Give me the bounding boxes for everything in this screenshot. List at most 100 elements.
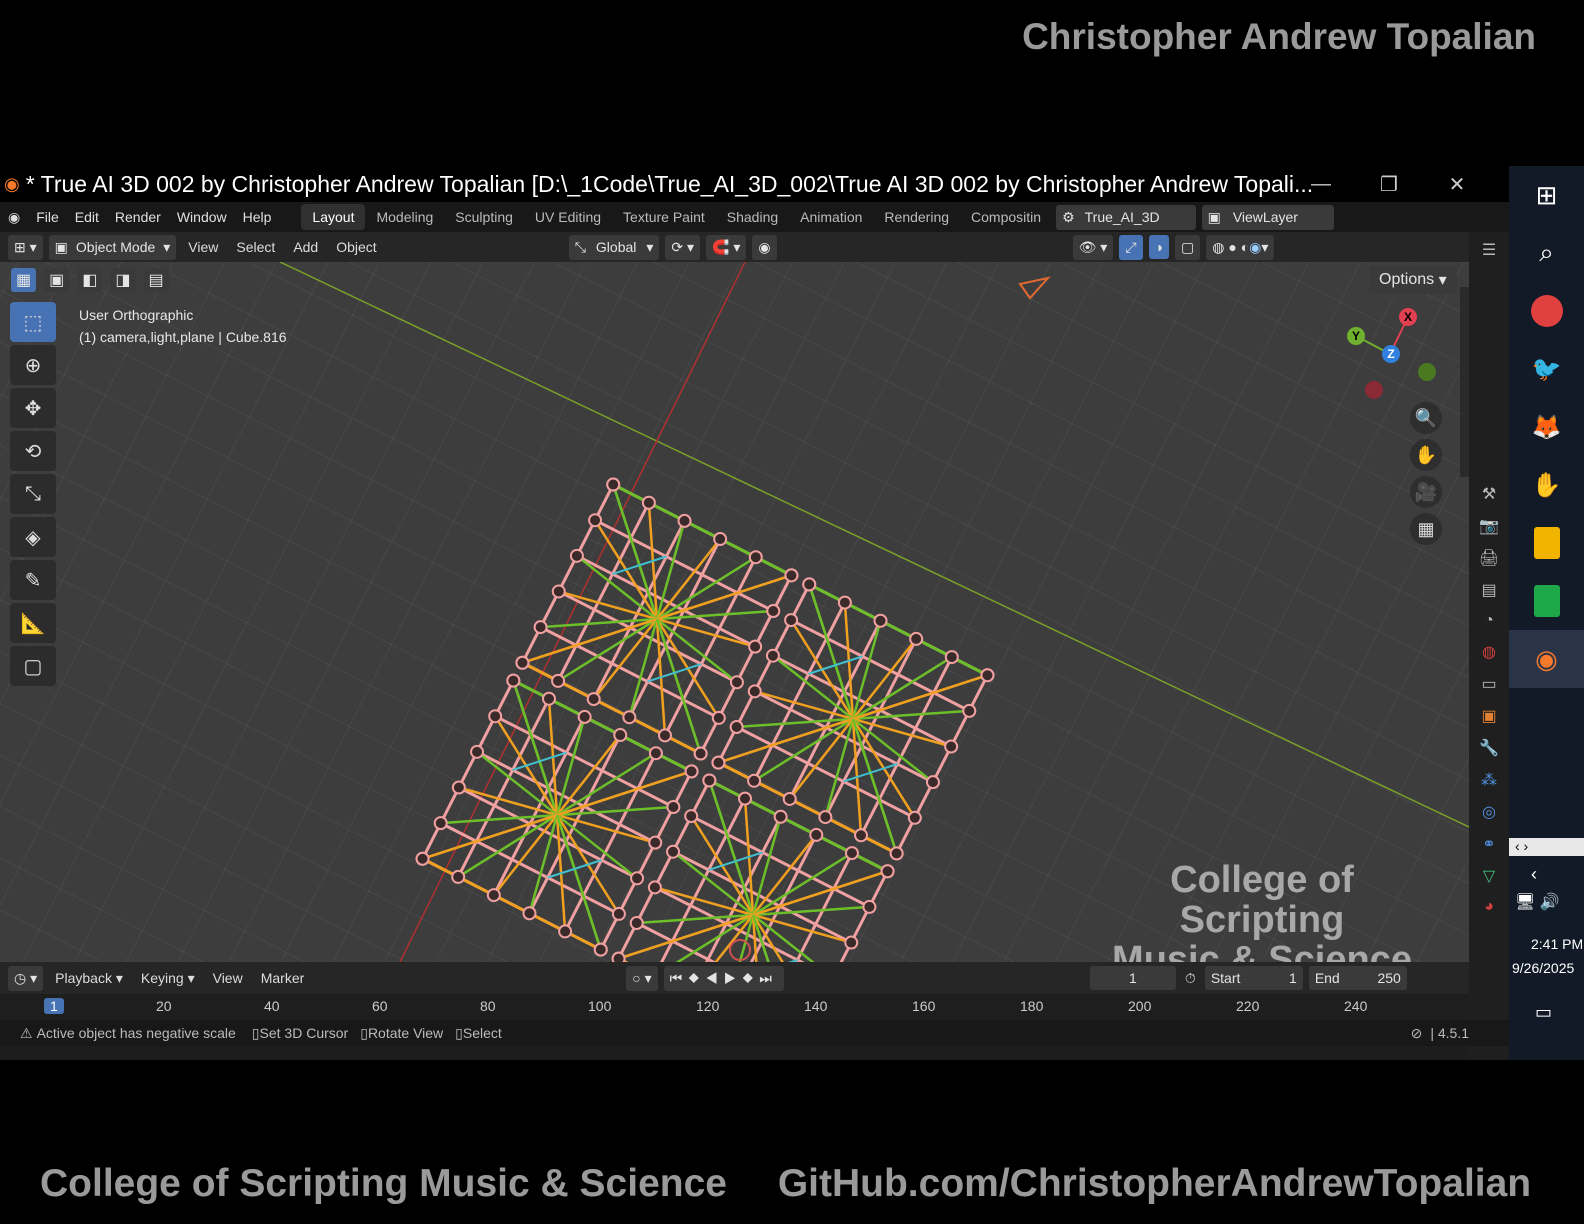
- zoom-icon[interactable]: 🔍: [1410, 402, 1442, 434]
- viewport-menu-object[interactable]: Object: [327, 239, 385, 255]
- menu-edit[interactable]: Edit: [67, 209, 107, 225]
- transform-orientation-selector[interactable]: ⤡ Global ▾: [568, 234, 660, 260]
- windows-start-icon[interactable]: ⊞: [1509, 166, 1584, 224]
- end-frame-field[interactable]: End 250: [1308, 966, 1407, 990]
- app-red-icon[interactable]: [1509, 282, 1584, 340]
- viewport-menu-add[interactable]: Add: [284, 239, 327, 255]
- select-new-icon[interactable]: ▦: [11, 268, 37, 292]
- tab-uv-editing[interactable]: UV Editing: [524, 204, 612, 230]
- visibility-button[interactable]: 👁 ▾: [1072, 234, 1114, 260]
- pan-hand-icon[interactable]: ✋: [1410, 439, 1442, 471]
- select-box-tool[interactable]: ⬚: [10, 302, 56, 342]
- render-tab-icon[interactable]: 📷: [1479, 516, 1499, 536]
- rotate-tool[interactable]: ⟲: [10, 431, 56, 471]
- tab-sculpting[interactable]: Sculpting: [444, 204, 524, 230]
- modifier-tab-icon[interactable]: 🔧: [1479, 738, 1499, 758]
- cursor-tool[interactable]: ⊕: [10, 345, 56, 385]
- stopwatch-icon[interactable]: ⏱: [1185, 970, 1196, 987]
- options-button[interactable]: Options ▾: [1369, 266, 1457, 294]
- transform-tool[interactable]: ◈: [10, 517, 56, 557]
- sheets-app-icon[interactable]: [1509, 572, 1584, 630]
- start-frame-field[interactable]: Start 1: [1204, 966, 1303, 990]
- auto-key-button[interactable]: ○ ▾: [626, 965, 658, 991]
- view-layer-selector[interactable]: ▣ ViewLayer: [1201, 204, 1334, 230]
- select-invert-icon[interactable]: ◨: [110, 268, 136, 292]
- data-tab-icon[interactable]: ▽: [1483, 866, 1495, 886]
- tab-shading[interactable]: Shading: [716, 204, 789, 230]
- proportional-edit-button[interactable]: ◉: [752, 234, 777, 260]
- timeline-marker-menu[interactable]: Marker: [252, 970, 314, 986]
- tab-animation[interactable]: Animation: [789, 204, 873, 230]
- particles-tab-icon[interactable]: ⁂: [1481, 770, 1497, 790]
- timeline-view-menu[interactable]: View: [204, 970, 252, 986]
- timeline-editor-type[interactable]: ◷ ▾: [8, 965, 44, 991]
- chevron-left-icon[interactable]: ‹: [1531, 864, 1537, 885]
- material-tab-icon[interactable]: ◕: [1484, 898, 1494, 916]
- select-mode-buttons[interactable]: ▦ ▣ ◧ ◨ ▤: [8, 268, 172, 292]
- scene-tab-icon[interactable]: ◔: [1484, 612, 1494, 630]
- menu-render[interactable]: Render: [107, 209, 169, 225]
- snap-button[interactable]: 🧲 ▾: [706, 234, 747, 260]
- gizmo-button[interactable]: ⤢: [1119, 234, 1143, 260]
- timeline-playback-menu[interactable]: Playback ▾: [46, 970, 132, 987]
- object-tab-icon[interactable]: ▣: [1481, 706, 1496, 726]
- navigation-gizmo[interactable]: X Y Z: [1340, 302, 1450, 412]
- shading-modes[interactable]: ◍ ● ◐ ◉ ▾: [1206, 234, 1275, 260]
- slides-app-icon[interactable]: [1509, 514, 1584, 572]
- hand-app-icon[interactable]: ✋: [1509, 456, 1584, 514]
- tool-shelf: ⬚ ⊕ ✥ ⟲ ⤡ ◈ ✎ 📐 ▢: [10, 302, 58, 689]
- menu-file[interactable]: File: [28, 209, 67, 225]
- blender-taskbar-icon[interactable]: ◉: [1509, 630, 1584, 688]
- app-bird-icon[interactable]: 🐦: [1509, 340, 1584, 398]
- menu-window[interactable]: Window: [169, 209, 235, 225]
- close-button[interactable]: ✕: [1434, 166, 1480, 202]
- tray-icons[interactable]: 🖥 🔊: [1515, 892, 1560, 912]
- output-tab-icon[interactable]: 🖨: [1479, 548, 1499, 568]
- tab-compositing[interactable]: Compositin: [960, 204, 1052, 230]
- outliner-icon[interactable]: ☰: [1482, 240, 1496, 260]
- measure-tool[interactable]: 📐: [10, 603, 56, 643]
- gimp-icon[interactable]: 🦊: [1509, 398, 1584, 456]
- restore-button[interactable]: ❐: [1366, 166, 1412, 202]
- select-subtract-icon[interactable]: ◧: [77, 268, 103, 292]
- timeline-keying-menu[interactable]: Keying ▾: [132, 970, 204, 987]
- annotate-tool[interactable]: ✎: [10, 560, 56, 600]
- clock-date[interactable]: 9/26/2025: [1512, 960, 1574, 976]
- blender-menu-icon[interactable]: ◉: [0, 209, 28, 226]
- select-intersect-icon[interactable]: ▤: [143, 268, 169, 292]
- constraints-tab-icon[interactable]: ⚭: [1482, 834, 1495, 854]
- menu-help[interactable]: Help: [235, 209, 280, 225]
- view-layer-tab-icon[interactable]: ▤: [1481, 580, 1496, 600]
- current-frame-field[interactable]: 1: [1089, 966, 1176, 990]
- pivot-button[interactable]: ⟳ ▾: [665, 234, 701, 260]
- move-tool[interactable]: ✥: [10, 388, 56, 428]
- taskbar-scroll[interactable]: ‹ ›: [1509, 838, 1584, 856]
- tab-layout[interactable]: Layout: [301, 204, 366, 230]
- minimize-button[interactable]: —: [1298, 166, 1344, 202]
- viewport-menu-view[interactable]: View: [179, 239, 227, 255]
- playback-controls[interactable]: ⏮◆◀▶◆⏭: [663, 965, 784, 991]
- world-tab-icon[interactable]: ◍: [1482, 642, 1496, 662]
- collection-tab-icon[interactable]: ▭: [1481, 674, 1496, 694]
- notification-icon[interactable]: ▭: [1535, 1002, 1552, 1023]
- mode-selector[interactable]: ▣ Object Mode ▾: [48, 234, 177, 260]
- select-extend-icon[interactable]: ▣: [44, 268, 70, 292]
- tab-texture-paint[interactable]: Texture Paint: [612, 204, 716, 230]
- scale-tool[interactable]: ⤡: [10, 474, 56, 514]
- scene-selector[interactable]: ⚙ True_AI_3D: [1056, 204, 1196, 230]
- ortho-grid-icon[interactable]: ▦: [1410, 513, 1442, 545]
- camera-view-icon[interactable]: 🎥: [1410, 476, 1442, 508]
- search-icon[interactable]: ⌕: [1509, 224, 1584, 282]
- tab-rendering[interactable]: Rendering: [873, 204, 960, 230]
- overlay-button[interactable]: ◑: [1148, 235, 1170, 259]
- viewport-menu-select[interactable]: Select: [227, 239, 284, 255]
- timeline-ruler[interactable]: 1 20 40 60 80 100 120 140 160 180 200 220 240: [0, 994, 1469, 1020]
- physics-tab-icon[interactable]: ◎: [1482, 802, 1496, 822]
- add-cube-tool[interactable]: ▢: [10, 646, 56, 686]
- 3d-viewport[interactable]: ▦ ▣ ◧ ◨ ▤ ⬚ ⊕ ✥ ⟲ ⤡ ◈ ✎ 📐 ▢ User Orthogr…: [0, 262, 1469, 962]
- tool-tab-icon[interactable]: ⚒: [1482, 484, 1496, 504]
- xray-button[interactable]: ▢: [1175, 234, 1201, 260]
- clock-time[interactable]: 2:41 PM: [1531, 936, 1583, 952]
- tab-modeling[interactable]: Modeling: [365, 204, 444, 230]
- editor-type-button[interactable]: ⊞ ▾: [8, 234, 43, 260]
